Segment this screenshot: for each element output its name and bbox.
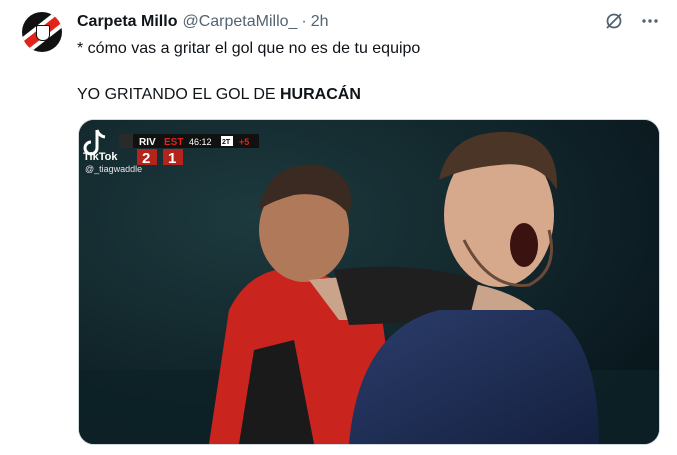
tweet-text-line2-prefix: YO GRITANDO EL GOL DE [77,86,280,103]
match-period: 2T [222,139,231,146]
tweet-text-line2-bold: HURACÁN [280,86,361,103]
tweet-text-line1: * cómo vas a gritar el gol que no es de … [77,40,421,57]
match-clock: 46:12 [189,137,212,147]
tweet[interactable]: Carpeta Millo @CarpetaMillo_ · 2h * cómo… [0,0,677,455]
watermark-app: TikTok [83,151,118,163]
tweet-actions-top [603,10,661,32]
tweet-text-line2: YO GRITANDO EL GOL DE HURACÁN [77,85,361,105]
timestamp[interactable]: 2h [311,13,329,31]
user-handle[interactable]: @CarpetaMillo_ [182,13,297,31]
tweet-header: Carpeta Millo @CarpetaMillo_ · 2h [77,11,329,33]
tweet-media-video[interactable]: TikTok @_tiagwaddle RIV EST 46:12 2T +5 … [78,119,660,445]
avatar[interactable] [22,12,62,52]
home-score: 2 [142,150,150,167]
separator-dot: · [301,13,307,30]
more-icon[interactable] [639,10,661,32]
watermark-user: @_tiagwaddle [85,164,142,174]
team-away: EST [164,137,183,148]
added-time: +5 [239,137,249,147]
team-home: RIV [139,137,156,148]
grok-icon[interactable] [603,10,625,32]
display-name[interactable]: Carpeta Millo [77,13,177,31]
away-score: 1 [168,150,176,167]
